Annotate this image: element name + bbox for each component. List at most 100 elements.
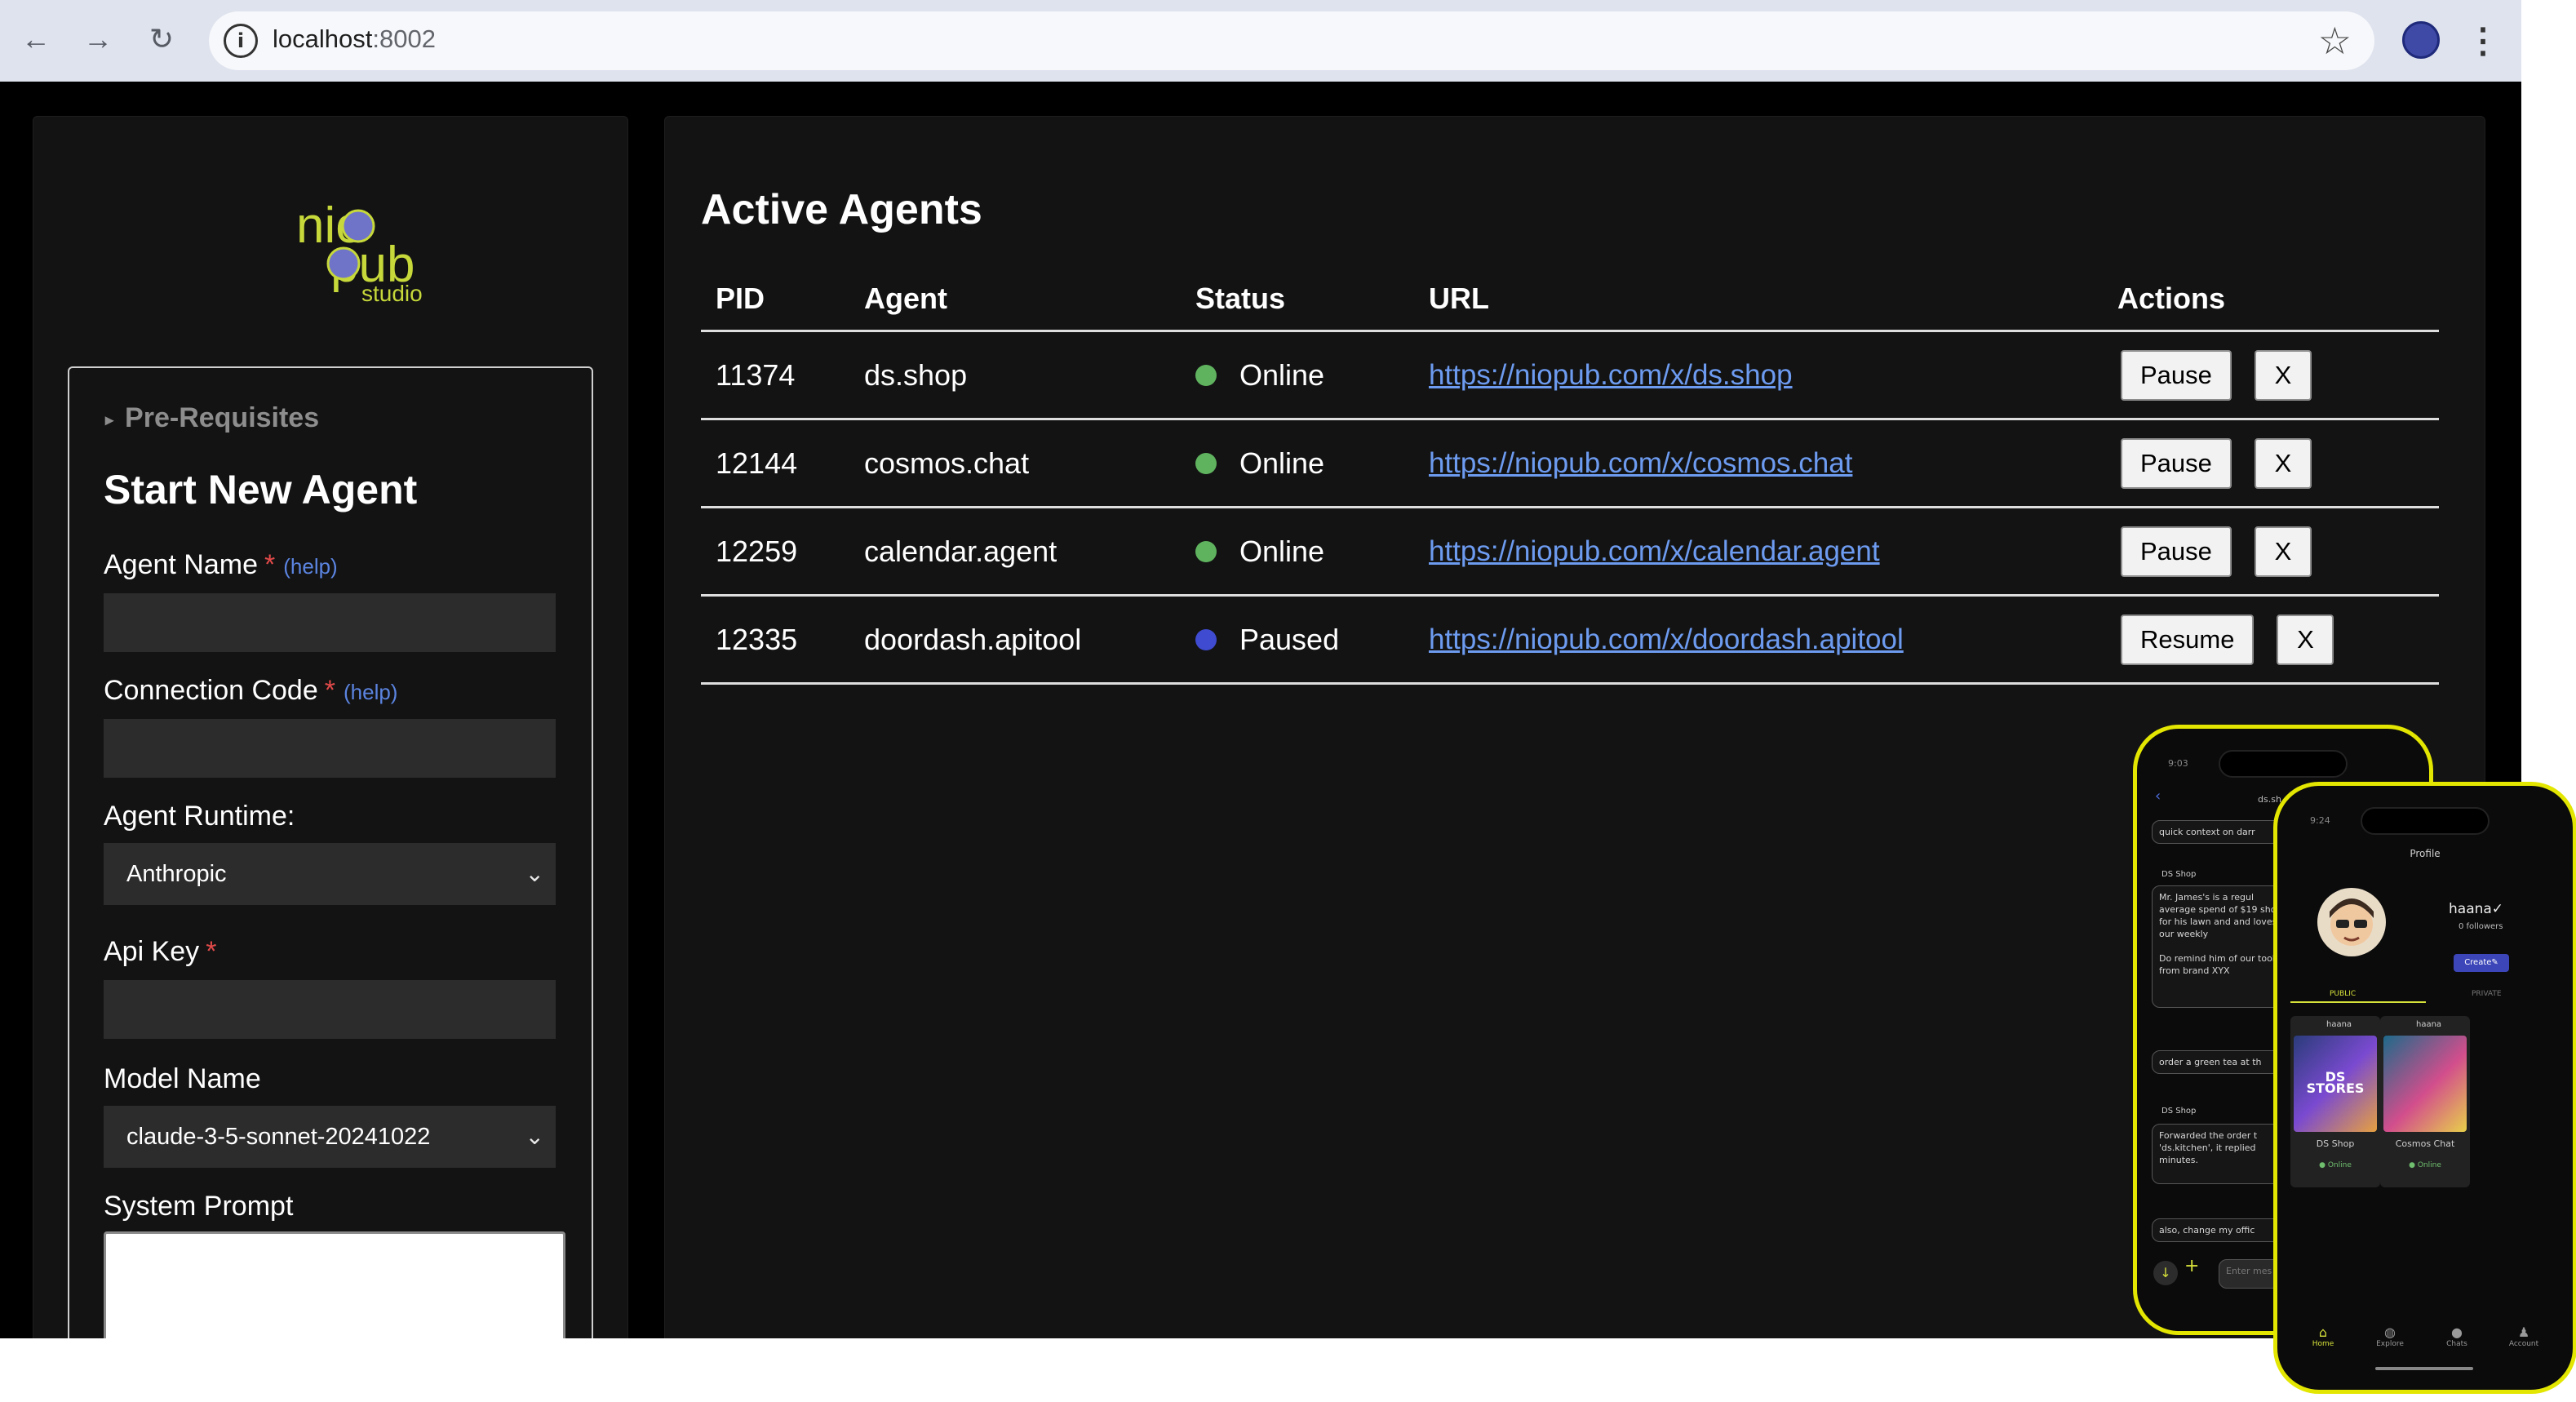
agent-cell: doordash.apitool (864, 622, 1082, 656)
start-agent-form: ▸ Pre-Requisites Start New Agent Agent Na… (68, 366, 593, 1338)
nav-explore-label: Explore (2376, 1340, 2404, 1348)
pause-button[interactable]: Pause (2121, 349, 2232, 401)
agent-runtime-value: Anthropic (126, 861, 227, 887)
nav-home: ⌂ Home (2299, 1324, 2348, 1348)
column-header-pid: PID (716, 282, 765, 315)
agent-url-link[interactable]: https://niopub.com/x/doordash.apitool (1429, 623, 1904, 656)
pause-button[interactable]: Pause (2121, 437, 2232, 489)
tab-private: PRIVATE (2472, 990, 2502, 998)
table-header-row: PID Agent Status URL Actions (701, 280, 2439, 332)
bookmark-star-icon[interactable]: ☆ (2318, 18, 2352, 64)
nav-chats: ● Chats (2432, 1324, 2481, 1348)
chevron-down-icon: ⌄ (525, 1124, 544, 1149)
url-text[interactable]: localhost:8002 (273, 24, 436, 54)
site-info-icon[interactable]: i (224, 24, 258, 58)
agent-name-label-text: Agent Name (104, 549, 258, 580)
phone-notch (2219, 750, 2348, 778)
nav-explore: ◍ Explore (2365, 1324, 2414, 1348)
home-indicator (2375, 1367, 2473, 1370)
nav-chats-label: Chats (2446, 1340, 2467, 1348)
agent-name-help-link[interactable]: (help) (283, 554, 337, 579)
nav-account: ♟ Account (2499, 1324, 2548, 1348)
profile-avatar[interactable] (2402, 21, 2440, 59)
model-name-select[interactable]: claude-3-5-sonnet-20241022 ⌄ (104, 1106, 556, 1168)
chat-message: quick context on darr (2152, 820, 2290, 844)
table-row: 12335 doordash.apitool Paused https://ni… (701, 597, 2439, 685)
status-cell: Online (1195, 332, 1324, 418)
attach-plus-icon: + (2184, 1256, 2200, 1276)
logo-circle-2 (326, 246, 361, 281)
active-agents-title: Active Agents (701, 186, 982, 233)
api-key-label: Api Key * (104, 936, 216, 968)
chat-bubble-icon: ● (2451, 1324, 2463, 1340)
pid-cell: 11374 (716, 357, 796, 392)
sidebar-panel: nio pub studio ▸ Pre-Requisites Start New… (33, 116, 628, 1338)
url-cell: https://niopub.com/x/calendar.agent (1429, 508, 1880, 594)
chevron-down-icon: ⌄ (525, 861, 544, 886)
person-icon: ♟ (2517, 1324, 2530, 1340)
phone-time: 9:24 (2310, 815, 2330, 826)
connection-code-label-text: Connection Code (104, 675, 318, 706)
card-status: ● Online (2409, 1161, 2441, 1169)
prerequisites-toggle[interactable]: ▸ Pre-Requisites (105, 402, 319, 434)
pid-cell: 12259 (716, 534, 798, 568)
status-dot (1195, 364, 1217, 386)
actions-cell: Pause X (2117, 508, 2312, 594)
tab-public: PUBLIC (2330, 990, 2357, 998)
table-row: 12144 cosmos.chat Online https://niopub.… (701, 420, 2439, 508)
system-prompt-textarea[interactable] (104, 1231, 565, 1338)
stop-agent-button[interactable]: X (2254, 437, 2312, 489)
connection-code-input[interactable] (104, 719, 556, 778)
back-arrow-icon[interactable]: ← (15, 16, 57, 62)
forward-arrow-icon[interactable]: → (77, 16, 119, 62)
card-status: ● Online (2319, 1161, 2352, 1169)
api-key-label-text: Api Key (104, 936, 200, 967)
stop-agent-button[interactable]: X (2254, 526, 2312, 577)
stop-agent-button[interactable]: X (2277, 614, 2334, 665)
agent-url-link[interactable]: https://niopub.com/x/calendar.agent (1429, 535, 1880, 568)
pid-cell: 12144 (716, 446, 798, 480)
form-title: Start New Agent (104, 467, 418, 512)
reload-icon[interactable]: ↻ (140, 16, 183, 62)
stop-agent-button[interactable]: X (2254, 349, 2312, 401)
api-key-input[interactable] (104, 980, 556, 1039)
url-cell: https://niopub.com/x/ds.shop (1429, 332, 1793, 418)
agent-cell: calendar.agent (864, 534, 1057, 568)
niopub-logo: nio pub studio (296, 197, 423, 303)
status-dot (1195, 628, 1217, 650)
resume-button[interactable]: Resume (2121, 614, 2255, 665)
model-name-value: claude-3-5-sonnet-20241022 (126, 1124, 431, 1150)
phone-mockup-profile: 9:24 Profile haana✓ 0 followers Create✎ … (2273, 782, 2576, 1394)
url-host: localhost (273, 24, 373, 53)
card-name: Cosmos Chat (2395, 1138, 2455, 1149)
agent-url-link[interactable]: https://niopub.com/x/cosmos.chat (1429, 447, 1852, 480)
column-header-agent: Agent (864, 282, 947, 315)
connection-code-help-link[interactable]: (help) (344, 680, 397, 704)
agent-name-input[interactable] (104, 593, 556, 652)
caret-right-icon: ▸ (105, 410, 114, 429)
system-prompt-label: System Prompt (104, 1191, 294, 1222)
agent-runtime-select[interactable]: Anthropic ⌄ (104, 843, 556, 905)
chat-message: Forwarded the order t 'ds.kitchen', it r… (2152, 1124, 2290, 1184)
profile-username: haana✓ (2449, 901, 2504, 917)
address-bar[interactable]: i localhost:8002 ☆ (209, 11, 2374, 70)
browser-toolbar: ← → ↻ i localhost:8002 ☆ ⋮ (0, 0, 2521, 82)
profile-followers: 0 followers (2459, 922, 2503, 931)
connection-code-label: Connection Code * (help) (104, 675, 397, 707)
chat-message: Mr. James's is a regul average spend of … (2152, 885, 2290, 1008)
required-asterisk: * (324, 675, 335, 706)
status-text: Online (1239, 534, 1325, 568)
browser-menu-icon[interactable]: ⋮ (2466, 18, 2500, 64)
active-tab-underline (2290, 1001, 2426, 1003)
pause-button[interactable]: Pause (2121, 526, 2232, 577)
actions-cell: Pause X (2117, 420, 2312, 506)
ds-shop-artwork: DS STORES (2294, 1036, 2377, 1132)
status-cell: Online (1195, 508, 1324, 594)
chat-sender: DS Shop (2161, 1107, 2197, 1116)
agent-url-link[interactable]: https://niopub.com/x/ds.shop (1429, 359, 1793, 392)
profile-title: Profile (2410, 848, 2441, 859)
logo-subtitle: studio (361, 281, 423, 303)
agent-name-label: Agent Name * (help) (104, 549, 338, 581)
url-cell: https://niopub.com/x/cosmos.chat (1429, 420, 1852, 506)
url-port: :8002 (372, 24, 436, 53)
